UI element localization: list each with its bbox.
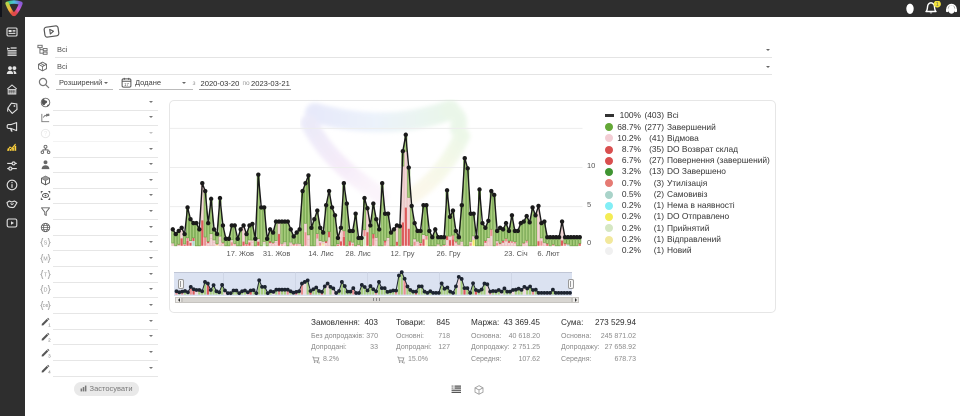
svg-text:%: % bbox=[317, 361, 320, 364]
svg-text:%: % bbox=[402, 361, 405, 364]
